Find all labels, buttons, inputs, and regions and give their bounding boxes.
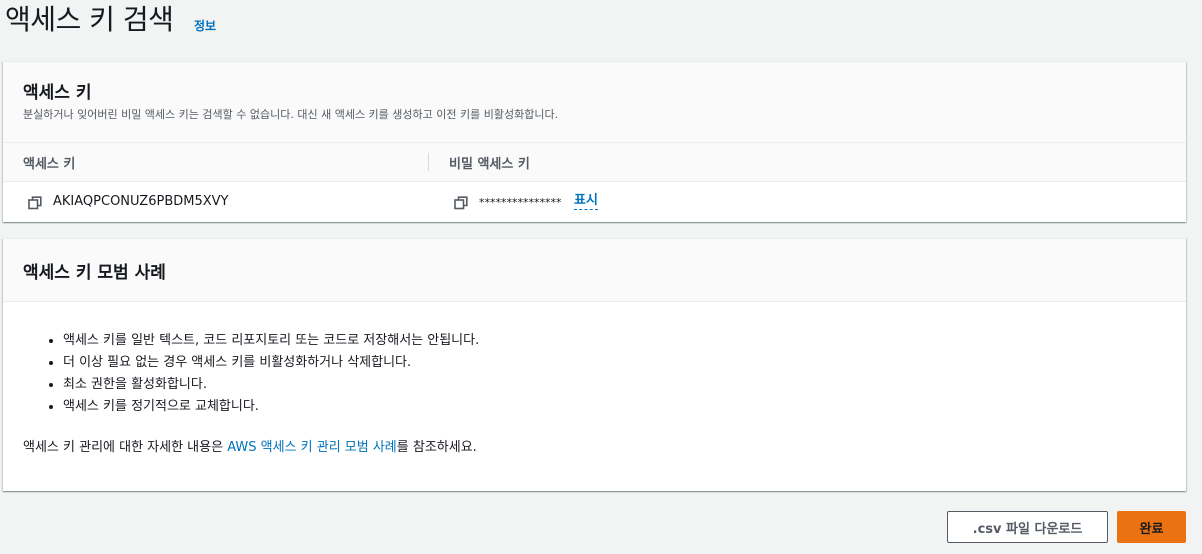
copy-icon[interactable] — [454, 196, 468, 210]
best-practices-list: 액세스 키를 일반 텍스트, 코드 리포지토리 또는 코드로 저장해서는 안됩니… — [27, 330, 479, 418]
footer-suffix: 를 참조하세요. — [396, 440, 477, 455]
column-header-secret-key: 비밀 액세스 키 — [449, 157, 530, 172]
show-secret-link[interactable]: 표시 — [574, 193, 598, 210]
access-key-panel: 액세스 키 분실하거나 잊어버린 비밀 액세스 키는 검색할 수 없습니다. 대… — [3, 61, 1186, 222]
list-item: 액세스 키를 정기적으로 교체합니다. — [63, 396, 479, 418]
best-practices-panel-title: 액세스 키 모범 사례 — [23, 263, 166, 283]
column-header-row: 액세스 키 비밀 액세스 키 — [3, 143, 1186, 182]
access-key-panel-description: 분실하거나 잊어버린 비밀 액세스 키는 검색할 수 없습니다. 대신 새 액세… — [23, 108, 559, 121]
list-item: 액세스 키를 일반 텍스트, 코드 리포지토리 또는 코드로 저장해서는 안됩니… — [63, 330, 479, 352]
access-key-id: AKIAQPCONUZ6PBDM5XVY — [53, 194, 229, 209]
access-key-panel-header: 액세스 키 분실하거나 잊어버린 비밀 액세스 키는 검색할 수 없습니다. 대… — [3, 62, 1186, 143]
key-value-row: AKIAQPCONUZ6PBDM5XVY *************** 표시 — [3, 182, 1186, 222]
list-item: 최소 권한을 활성화합니다. — [63, 374, 479, 396]
done-button[interactable]: 완료 — [1117, 511, 1186, 543]
info-link[interactable]: 정보 — [194, 17, 216, 34]
best-practices-link[interactable]: AWS 액세스 키 관리 모범 사례 — [227, 440, 397, 455]
best-practices-panel: 액세스 키 모범 사례 액세스 키를 일반 텍스트, 코드 리포지토리 또는 코… — [3, 238, 1186, 491]
best-practices-footer: 액세스 키 관리에 대한 자세한 내용은 AWS 액세스 키 관리 모범 사례를… — [23, 436, 477, 455]
column-header-access-key: 액세스 키 — [23, 157, 76, 172]
list-item: 더 이상 필요 없는 경우 액세스 키를 비활성화하거나 삭제합니다. — [63, 352, 479, 374]
secret-access-key-masked: *************** — [479, 196, 562, 209]
best-practices-panel-header: 액세스 키 모범 사례 — [3, 239, 1186, 302]
footer-prefix: 액세스 키 관리에 대한 자세한 내용은 — [23, 440, 228, 455]
download-csv-button[interactable]: .csv 파일 다운로드 — [947, 511, 1108, 543]
column-divider — [428, 153, 429, 171]
access-key-panel-title: 액세스 키 — [23, 83, 92, 103]
page-title: 액세스 키 검색 — [5, 3, 174, 36]
copy-icon[interactable] — [28, 196, 42, 210]
